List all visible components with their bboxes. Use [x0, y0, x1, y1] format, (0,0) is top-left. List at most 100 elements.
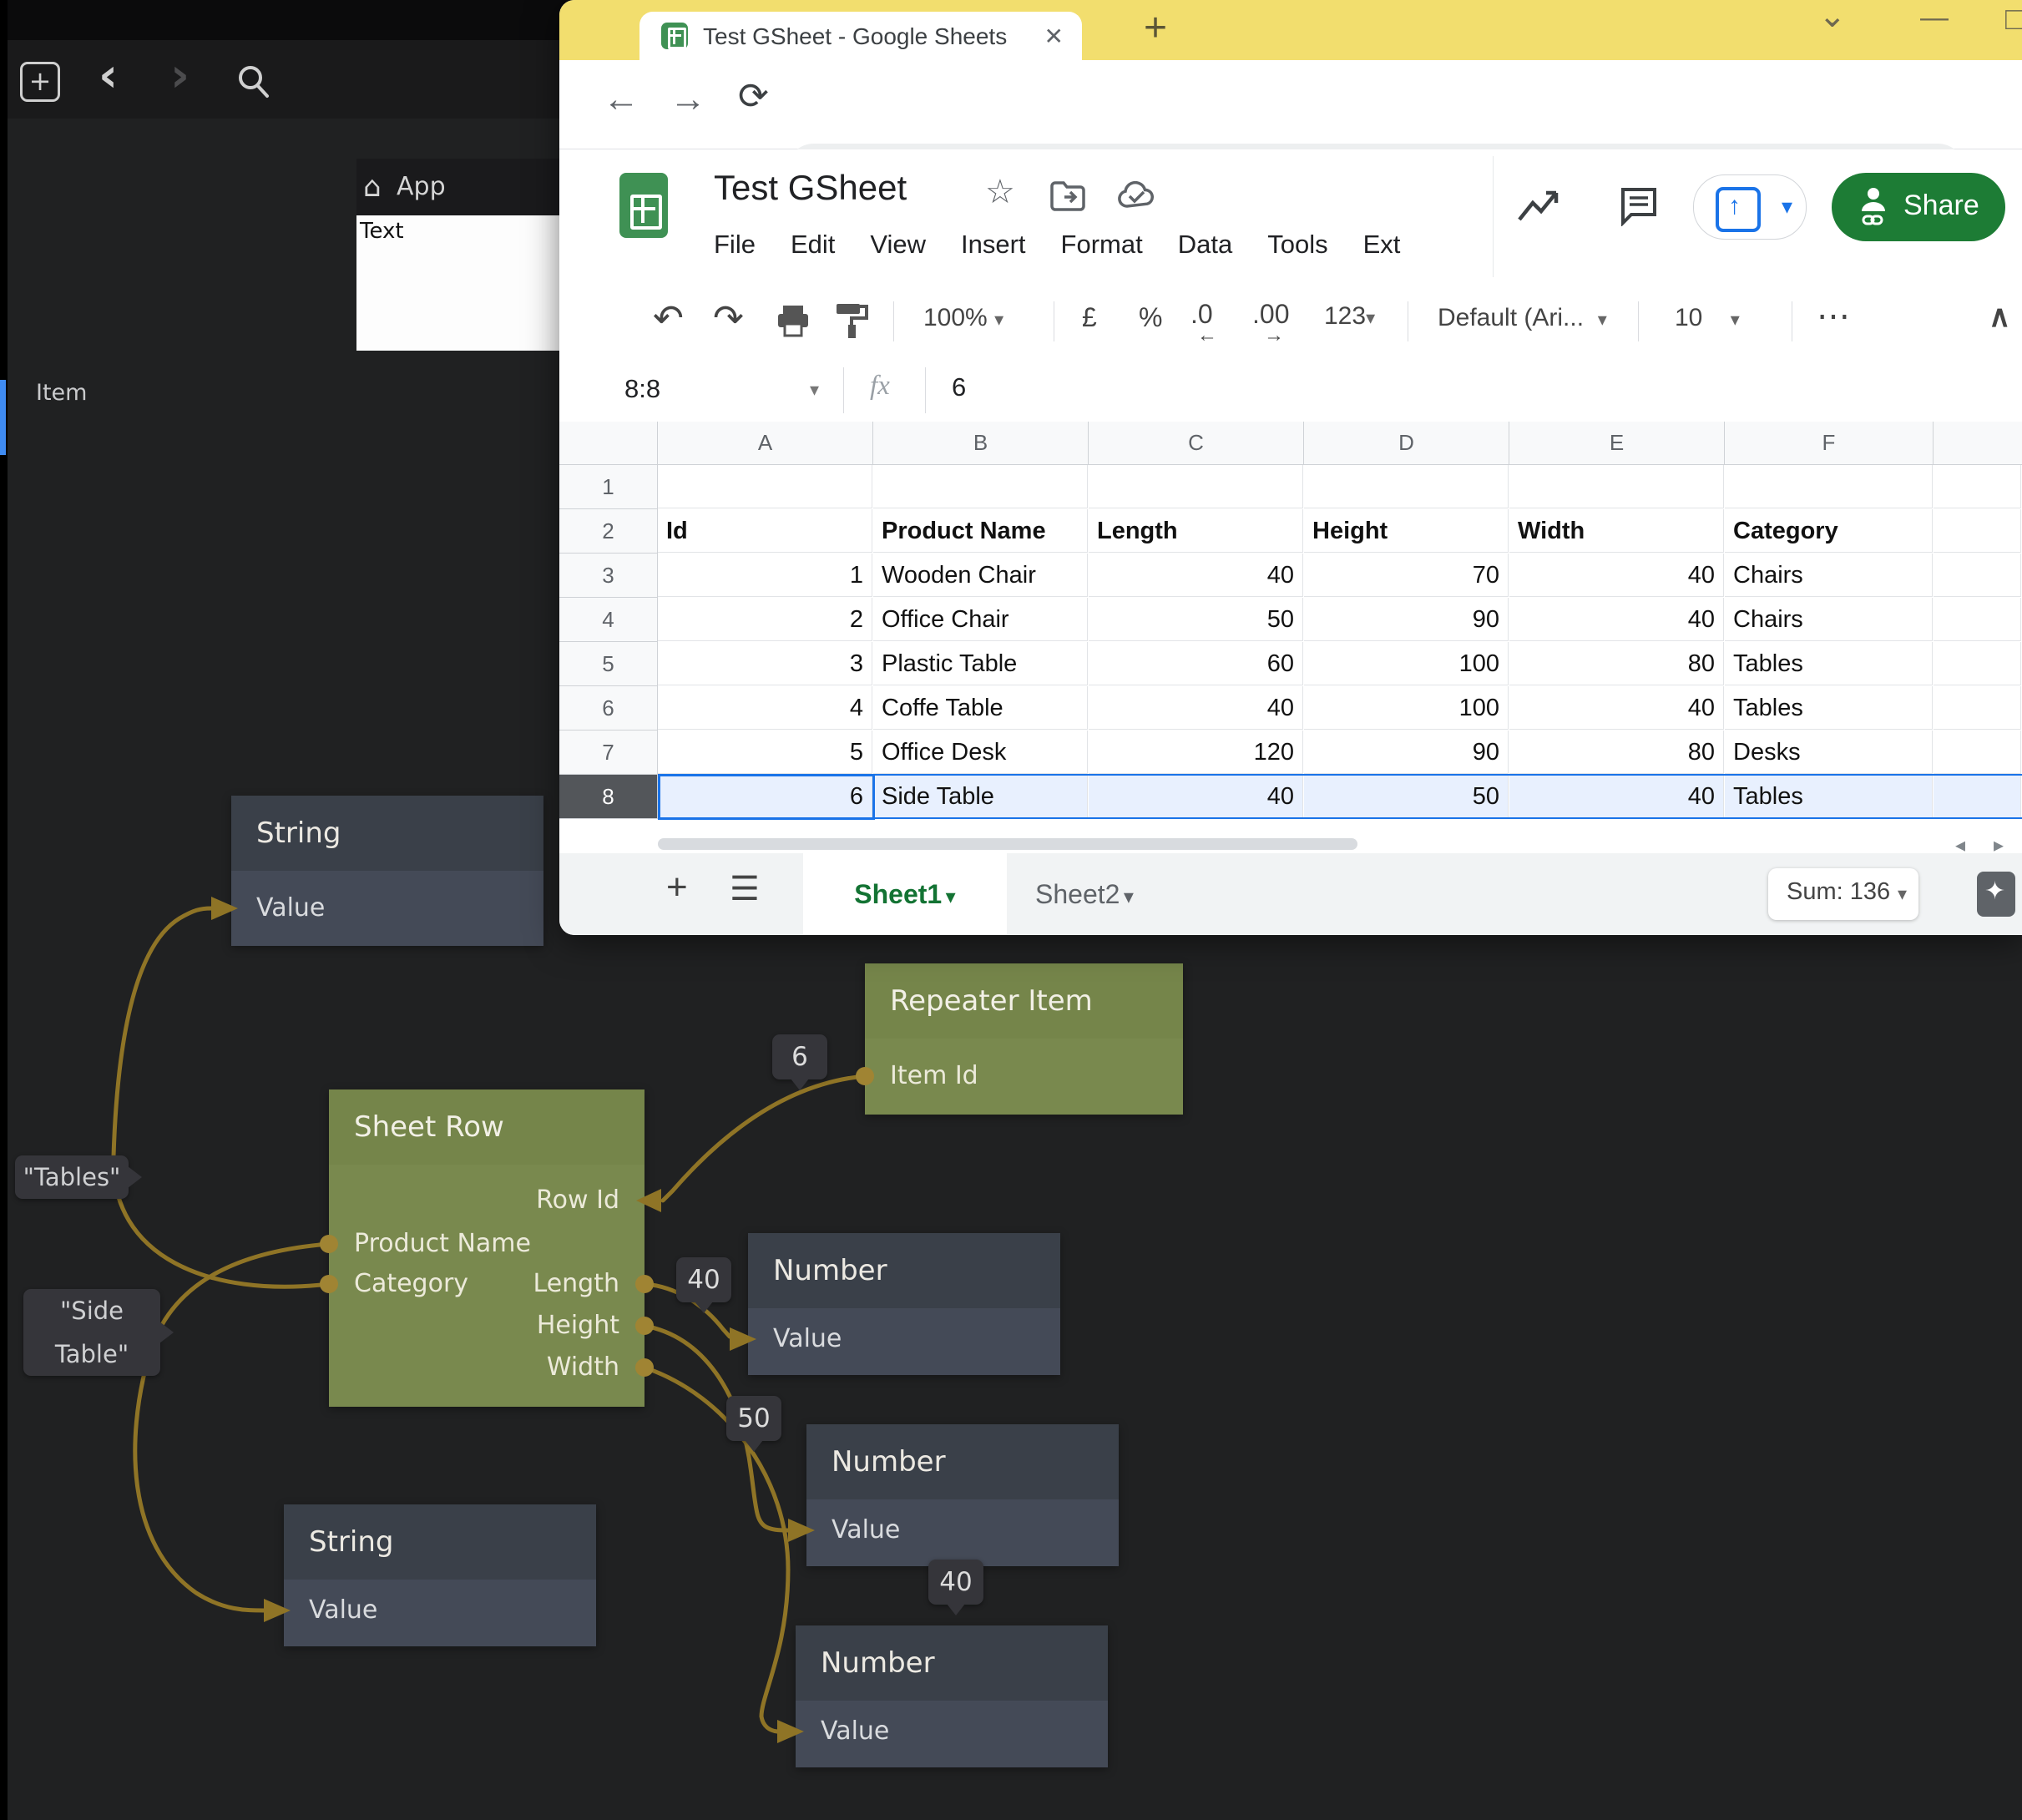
- cell-A6[interactable]: 4: [658, 686, 872, 730]
- row-header-3[interactable]: 3: [559, 554, 658, 598]
- cell-A2[interactable]: Id: [658, 509, 872, 553]
- row-header-8[interactable]: 8: [559, 775, 658, 819]
- cell-E7[interactable]: 80: [1509, 731, 1724, 774]
- port-product-name[interactable]: Product Name: [354, 1226, 531, 1262]
- port-row-id[interactable]: Row Id: [536, 1182, 619, 1219]
- cell-B4[interactable]: Office Chair: [873, 598, 1088, 641]
- cell-E8[interactable]: 40: [1509, 775, 1724, 818]
- font-select[interactable]: Default (Ari... ▾: [1438, 304, 1607, 332]
- menu-tools[interactable]: Tools: [1267, 230, 1327, 260]
- present-button[interactable]: ↑ ▾: [1693, 174, 1807, 240]
- value-badge-6[interactable]: 6: [772, 1034, 827, 1079]
- row-header-2[interactable]: 2: [559, 509, 658, 554]
- sum-indicator[interactable]: Sum: 136 ▾: [1768, 868, 1918, 920]
- cell-D4[interactable]: 90: [1304, 598, 1509, 641]
- edge-itemid-to-rowid[interactable]: [663, 1076, 865, 1201]
- cell-E6[interactable]: 40: [1509, 686, 1724, 730]
- star-doc-icon[interactable]: ☆: [985, 173, 1015, 211]
- row-header-4[interactable]: 4: [559, 598, 658, 642]
- cell-D2[interactable]: Height: [1304, 509, 1509, 553]
- port-item-id[interactable]: Item Id: [890, 1058, 978, 1095]
- cell-B7[interactable]: Office Desk: [873, 731, 1088, 774]
- percent-format-button[interactable]: %: [1139, 302, 1162, 333]
- column-header-D[interactable]: D: [1304, 422, 1509, 465]
- document-title[interactable]: Test GSheet: [714, 168, 907, 208]
- cell-F1[interactable]: [1725, 465, 1933, 508]
- node-number-3[interactable]: Number Value: [796, 1625, 1108, 1767]
- cell-D1[interactable]: [1304, 465, 1509, 508]
- cell-D8[interactable]: 50: [1304, 775, 1509, 818]
- forward-icon[interactable]: ›: [170, 48, 190, 103]
- browser-tab[interactable]: Test GSheet - Google Sheets ✕: [639, 12, 1082, 60]
- cell-C2[interactable]: Length: [1089, 509, 1303, 553]
- cell-A7[interactable]: 5: [658, 731, 872, 774]
- cell-F8[interactable]: Tables: [1725, 775, 1933, 818]
- column-header-F[interactable]: F: [1725, 422, 1934, 465]
- font-size-select[interactable]: 10 ▾: [1675, 304, 1740, 332]
- cell-F4[interactable]: Chairs: [1725, 598, 1933, 641]
- cell-G8[interactable]: [1934, 775, 2021, 818]
- sheet-tab-sheet1[interactable]: Sheet1 ▾: [803, 853, 1007, 935]
- horizontal-scrollbar-thumb[interactable]: [658, 838, 1357, 850]
- undo-icon[interactable]: ↶: [653, 297, 684, 340]
- cell-C5[interactable]: 60: [1089, 642, 1303, 685]
- increase-decimal-button[interactable]: .00→: [1252, 299, 1289, 330]
- menu-extensions[interactable]: Ext: [1363, 230, 1401, 260]
- cell-D7[interactable]: 90: [1304, 731, 1509, 774]
- add-sheet-icon[interactable]: +: [666, 867, 688, 908]
- node-number-1[interactable]: Number Value: [748, 1233, 1060, 1375]
- port-length[interactable]: Length: [533, 1266, 619, 1302]
- cell-C3[interactable]: 40: [1089, 554, 1303, 597]
- cell-A1[interactable]: [658, 465, 872, 508]
- port-value[interactable]: Value: [773, 1321, 842, 1357]
- cell-B8[interactable]: Side Table: [873, 775, 1088, 818]
- browser-back-icon[interactable]: ←: [603, 78, 639, 120]
- trend-history-icon[interactable]: [1516, 188, 1561, 225]
- menu-view[interactable]: View: [870, 230, 926, 260]
- cell-F5[interactable]: Tables: [1725, 642, 1933, 685]
- add-node-icon[interactable]: +: [20, 62, 60, 102]
- cell-F2[interactable]: Category: [1725, 509, 1933, 553]
- cell-C7[interactable]: 120: [1089, 731, 1303, 774]
- currency-format-button[interactable]: £: [1082, 302, 1097, 333]
- new-tab-icon[interactable]: +: [1144, 5, 1167, 51]
- cell-B2[interactable]: Product Name: [873, 509, 1088, 553]
- sheet1-menu-caret-icon[interactable]: ▾: [946, 886, 956, 908]
- cell-G2[interactable]: [1934, 509, 2021, 553]
- menu-format[interactable]: Format: [1061, 230, 1143, 260]
- cell-D5[interactable]: 100: [1304, 642, 1509, 685]
- share-button[interactable]: Share: [1832, 173, 2005, 241]
- value-badge-40-width[interactable]: 40: [928, 1560, 983, 1605]
- cell-B1[interactable]: [873, 465, 1088, 508]
- cell-C6[interactable]: 40: [1089, 686, 1303, 730]
- port-value[interactable]: Value: [256, 890, 325, 927]
- value-chip-side-table[interactable]: "Side Table": [23, 1289, 160, 1376]
- column-header-B[interactable]: B: [873, 422, 1089, 465]
- app-preview-canvas[interactable]: Text: [356, 215, 559, 351]
- column-header-A[interactable]: A: [658, 422, 873, 465]
- cell-G3[interactable]: [1934, 554, 2021, 597]
- row-header-5[interactable]: 5: [559, 642, 658, 686]
- comment-icon[interactable]: [1618, 185, 1660, 226]
- cell-B3[interactable]: Wooden Chair: [873, 554, 1088, 597]
- cell-D6[interactable]: 100: [1304, 686, 1509, 730]
- node-number-2[interactable]: Number Value: [806, 1424, 1119, 1566]
- row-header-6[interactable]: 6: [559, 686, 658, 731]
- search-icon[interactable]: [235, 63, 272, 100]
- port-value[interactable]: Value: [821, 1713, 889, 1750]
- more-formats-button[interactable]: 123▾: [1324, 302, 1375, 331]
- cell-C4[interactable]: 50: [1089, 598, 1303, 641]
- back-icon[interactable]: ‹: [99, 48, 118, 103]
- cell-E1[interactable]: [1509, 465, 1724, 508]
- cell-B5[interactable]: Plastic Table: [873, 642, 1088, 685]
- value-badge-50[interactable]: 50: [726, 1396, 781, 1441]
- toolbar-more-button[interactable]: ⋯: [1817, 297, 1850, 336]
- move-folder-icon[interactable]: [1050, 181, 1085, 211]
- port-value[interactable]: Value: [309, 1592, 377, 1629]
- redo-icon[interactable]: ↷: [713, 297, 744, 340]
- cell-A5[interactable]: 3: [658, 642, 872, 685]
- cell-E4[interactable]: 40: [1509, 598, 1724, 641]
- cell-F6[interactable]: Tables: [1725, 686, 1933, 730]
- row-header-1[interactable]: 1: [559, 465, 658, 509]
- cell-F3[interactable]: Chairs: [1725, 554, 1933, 597]
